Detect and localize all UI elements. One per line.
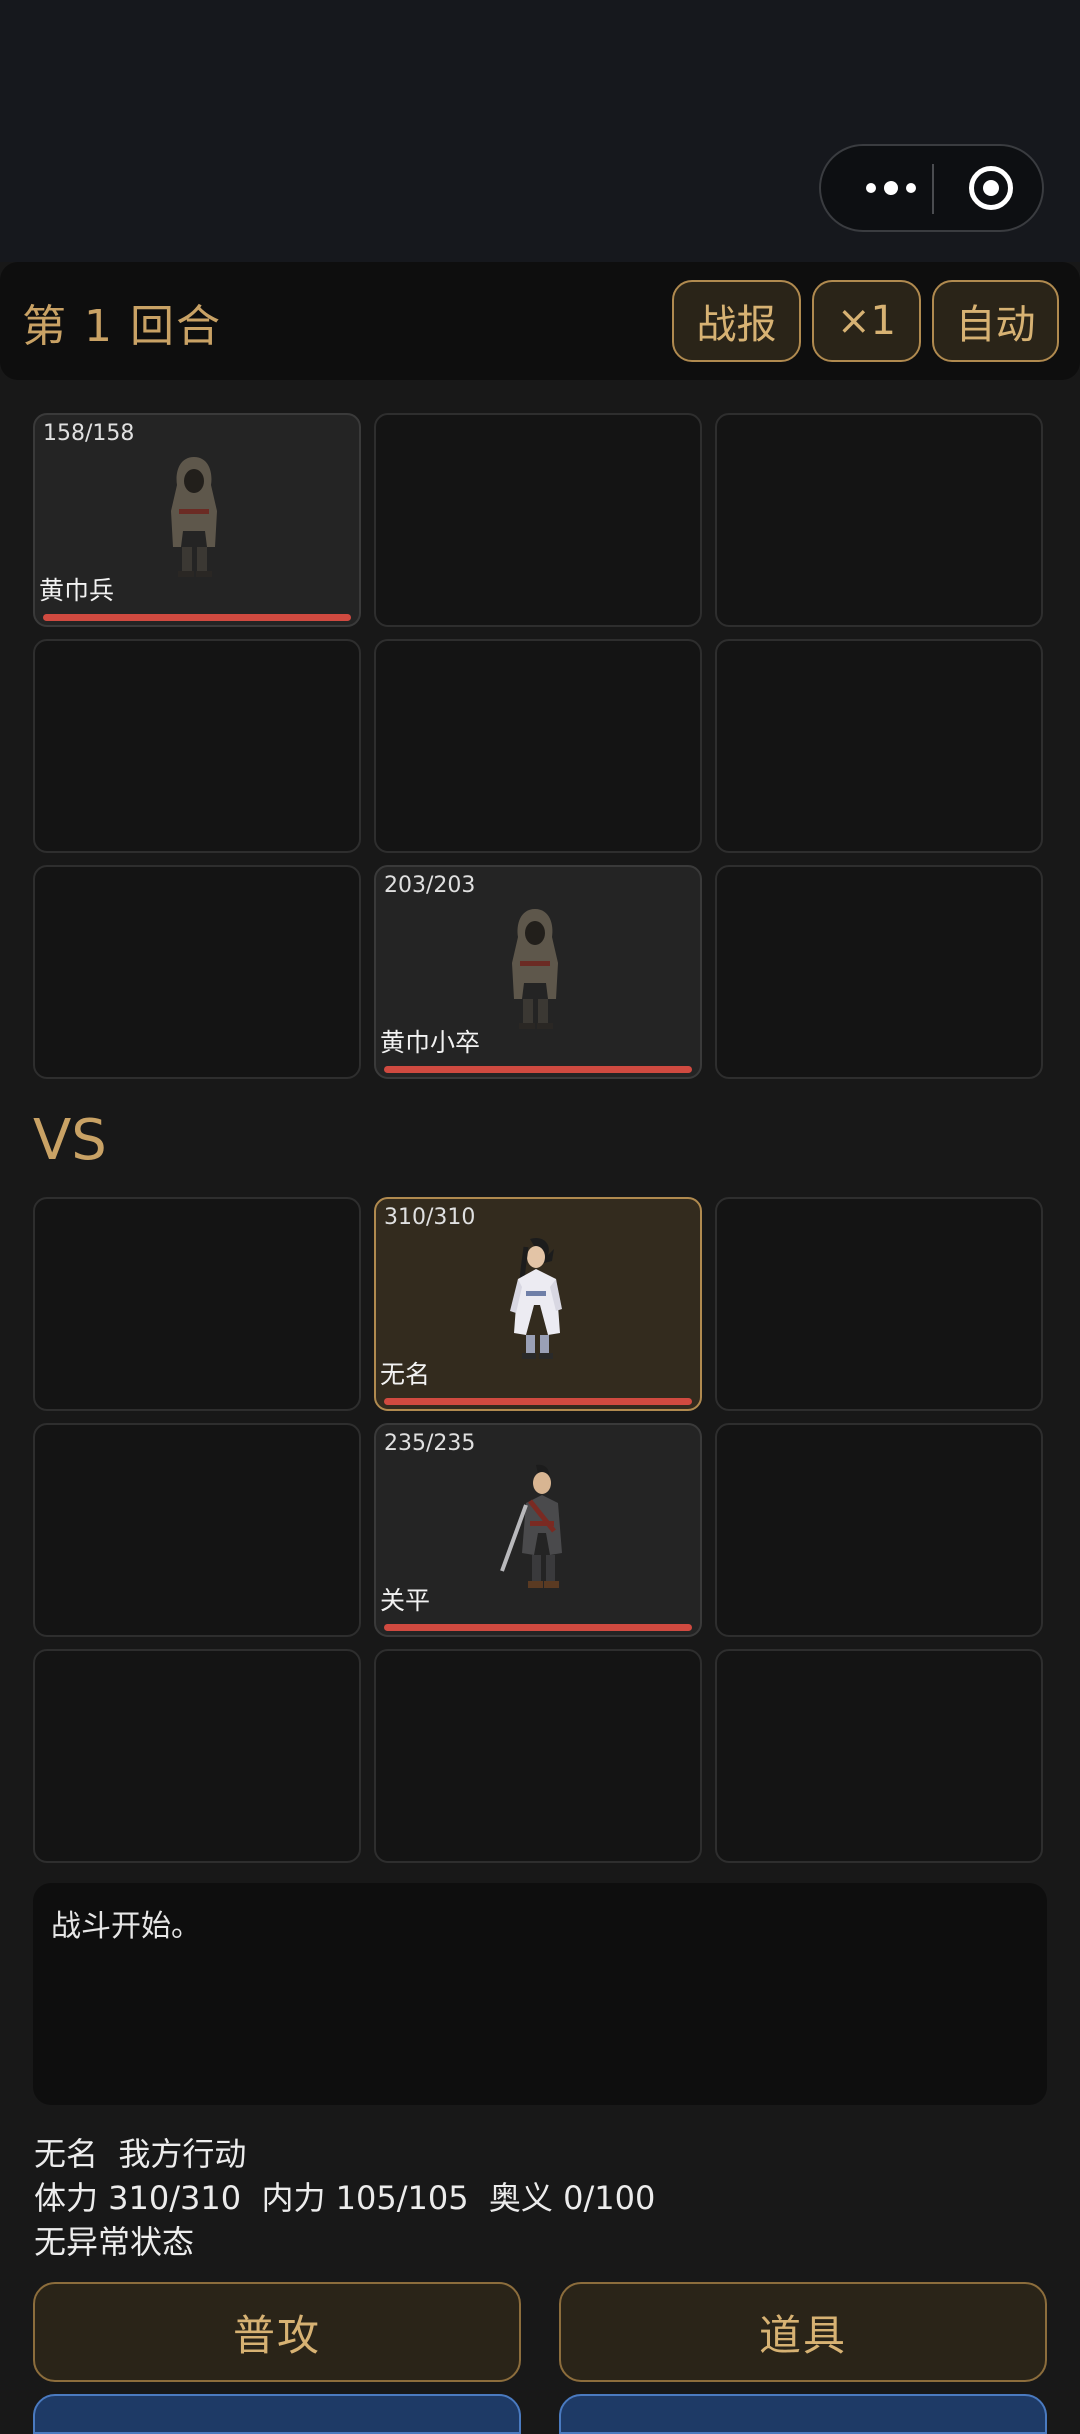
more-options-icon[interactable] (851, 146, 931, 230)
ally-cell-1[interactable] (33, 1197, 361, 1411)
enemy-cell-6[interactable] (715, 639, 1043, 853)
yellow-turban-soldier-sprite (171, 457, 217, 577)
action-button-partial[interactable] (559, 2394, 1047, 2434)
ally-cell-6[interactable] (715, 1423, 1043, 1637)
unit-name: 黄巾兵 (39, 576, 115, 605)
unit-name: 关平 (380, 1586, 431, 1615)
unit-name: 黄巾小卒 (380, 1028, 481, 1057)
round-bar: 第 1 回合 战报 ×1 自动 (0, 262, 1080, 380)
ally-cell-9[interactable] (715, 1649, 1043, 1863)
miniprogram-capsule (819, 144, 1044, 232)
actor-status-line: 无异常状态 (34, 2223, 195, 2261)
enemy-cell-2[interactable] (374, 413, 702, 627)
item-button[interactable]: 道具 (559, 2282, 1047, 2382)
hp-bar (43, 614, 351, 621)
speed-button[interactable]: ×1 (812, 280, 921, 362)
capsule-divider (932, 164, 934, 214)
battle-report-button[interactable]: 战报 (672, 280, 801, 362)
ally-cell-7[interactable] (33, 1649, 361, 1863)
vs-label: VS (33, 1108, 107, 1173)
unit-hp: 203/203 (384, 873, 476, 898)
enemy-cell-1[interactable]: 158/158 黄巾兵 (33, 413, 361, 627)
ally-cell-2[interactable]: 310/310 无名 (374, 1197, 702, 1411)
unit-hp: 310/310 (384, 1205, 476, 1230)
guanping-swordsman-sprite (500, 1464, 562, 1588)
ally-cell-4[interactable] (33, 1423, 361, 1637)
enemy-cell-9[interactable] (715, 865, 1043, 1079)
enemy-cell-4[interactable] (33, 639, 361, 853)
auto-battle-button[interactable]: 自动 (932, 280, 1059, 362)
round-title: 第 1 回合 (22, 301, 222, 352)
enemy-cell-8[interactable]: 203/203 黄巾小卒 (374, 865, 702, 1079)
ally-cell-5[interactable]: 235/235 关平 (374, 1423, 702, 1637)
enemy-cell-5[interactable] (374, 639, 702, 853)
hp-bar (384, 1066, 692, 1073)
unit-hp: 235/235 (384, 1431, 476, 1456)
unit-name: 无名 (380, 1360, 431, 1389)
unit-hp: 158/158 (43, 421, 135, 446)
actor-stats-line: 体力 310/310 内力 105/105 奥义 0/100 (34, 2179, 656, 2217)
battle-log: 战斗开始。 (33, 1883, 1047, 2105)
normal-attack-button[interactable]: 普攻 (33, 2282, 521, 2382)
battle-log-text: 战斗开始。 (51, 1909, 201, 1944)
hp-bar (384, 1398, 692, 1405)
status-area (0, 0, 1080, 262)
hp-bar (384, 1624, 692, 1631)
actor-turn-line: 无名 我方行动 (34, 2135, 247, 2173)
ally-cell-8[interactable] (374, 1649, 702, 1863)
enemy-cell-3[interactable] (715, 413, 1043, 627)
ally-cell-3[interactable] (715, 1197, 1043, 1411)
skill-button-partial[interactable] (33, 2394, 521, 2434)
yellow-turban-private-sprite (512, 909, 558, 1029)
close-miniprogram-icon[interactable] (969, 166, 1013, 210)
wuming-hero-sprite (510, 1237, 562, 1359)
enemy-cell-7[interactable] (33, 865, 361, 1079)
